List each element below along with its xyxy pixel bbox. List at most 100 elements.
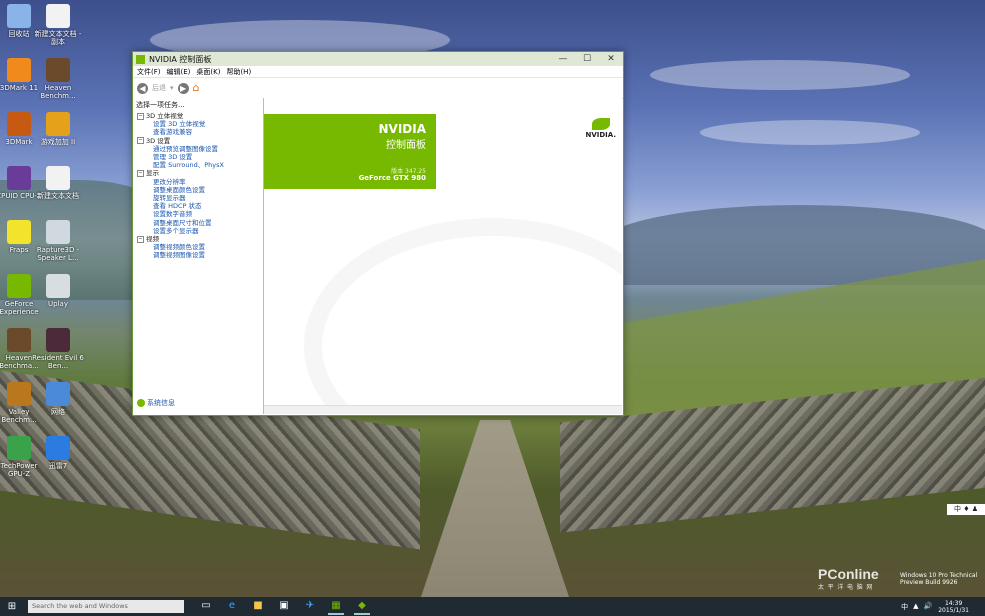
cloud xyxy=(700,120,920,145)
file-explorer-icon[interactable]: ■ xyxy=(250,599,266,613)
desktop-icon-image xyxy=(46,112,70,136)
horizontal-scrollbar[interactable] xyxy=(264,405,622,414)
gpu-app-icon[interactable]: ▦ xyxy=(328,599,344,615)
desktop-icon-image xyxy=(7,274,31,298)
system-info-link[interactable]: 系统信息 xyxy=(137,398,175,408)
forward-arrow-icon[interactable]: ▶ xyxy=(177,82,189,94)
tree-task-link[interactable]: 更改分辨率 xyxy=(137,178,263,186)
back-button-label[interactable]: 后退 xyxy=(152,83,166,93)
desktop-icon[interactable]: 新建文本文档 - 副本 xyxy=(32,4,84,46)
tree-task-link[interactable]: 调整桌面颜色设置 xyxy=(137,186,263,194)
tree-category-label: 显示 xyxy=(146,169,159,178)
desktop-icon-image xyxy=(7,166,31,190)
tree-task-link[interactable]: 旋转显示器 xyxy=(137,194,263,202)
tray-ime[interactable]: 中 xyxy=(901,602,908,612)
toolbar: ◀ 后退 ▾ ▶ ⌂ xyxy=(133,78,623,99)
desktop-icon[interactable]: 新建文本文档 xyxy=(32,166,84,200)
collapse-icon[interactable]: − xyxy=(137,235,144,243)
tree-task-link[interactable]: 通过预览调整图像设置 xyxy=(137,145,263,153)
tree-category-label: 3D 设置 xyxy=(146,136,171,145)
menu-file[interactable]: 文件(F) xyxy=(137,67,161,77)
tray-expand-icon[interactable]: ▲ xyxy=(913,602,918,612)
desktop-icon-image xyxy=(7,328,31,352)
pconline-watermark: PConline 太 平 洋 电 脑 网 xyxy=(818,566,879,591)
desktop-icon-label: Resident Evil 6 Ben... xyxy=(32,354,84,370)
maximize-button[interactable]: ☐ xyxy=(575,54,599,64)
minimize-button[interactable]: — xyxy=(551,54,575,64)
volume-icon[interactable]: 🔊 xyxy=(924,602,933,612)
search-input[interactable]: Search the web and Windows xyxy=(28,600,184,613)
menu-edit[interactable]: 编辑(E) xyxy=(167,67,191,77)
collapse-icon[interactable]: − xyxy=(137,137,144,145)
desktop-icon[interactable]: 迅雷7 xyxy=(32,436,84,470)
collapse-icon[interactable]: − xyxy=(137,112,144,120)
back-arrow-icon[interactable]: ◀ xyxy=(137,82,148,94)
ie-browser-icon[interactable]: e xyxy=(224,599,240,613)
close-button[interactable]: ✕ xyxy=(599,54,623,64)
desktop-icon[interactable]: Rapture3D - Speaker L... xyxy=(32,220,84,262)
tree-category[interactable]: − 显示 xyxy=(137,169,263,177)
menu-bar: 文件(F) 编辑(E) 桌面(K) 帮助(H) xyxy=(133,66,623,78)
nvidia-logo: NVIDIA. xyxy=(585,118,616,139)
nvidia-eye-icon xyxy=(591,118,610,130)
title-bar[interactable]: NVIDIA 控制面板 — ☐ ✕ xyxy=(133,52,623,66)
desktop-icon-image xyxy=(46,328,70,352)
task-view-icon[interactable]: ▭ xyxy=(198,599,214,613)
pconline-sub: 太 平 洋 电 脑 网 xyxy=(818,585,874,591)
desktop-icon-label: 新建文本文档 - 副本 xyxy=(34,30,82,46)
desktop-icon-label: Uplay xyxy=(48,300,68,308)
tree-task-link[interactable]: 调整桌面尺寸和位置 xyxy=(137,219,263,227)
ime-indicator[interactable]: 中 ♦ ♟ xyxy=(947,504,985,515)
nvidia-logo-text: NVIDIA. xyxy=(585,131,616,139)
tree-task-link[interactable]: 查看游戏兼容 xyxy=(137,128,263,136)
tree-category[interactable]: −3D 立体视觉 xyxy=(137,112,263,120)
menu-help[interactable]: 帮助(H) xyxy=(226,67,251,77)
tree-task-link[interactable]: 设置数字音频 xyxy=(137,210,263,218)
pconline-brand: PConline xyxy=(818,566,879,582)
nvidia-control-panel-window[interactable]: NVIDIA 控制面板 — ☐ ✕ 文件(F) 编辑(E) 桌面(K) 帮助(H… xyxy=(132,51,624,416)
desktop-icon[interactable]: 游戏加加 II xyxy=(32,112,84,146)
clock[interactable]: 14:39 2015/1/31 xyxy=(938,600,985,614)
nvidia-taskbar-icon[interactable]: ◆ xyxy=(354,599,370,615)
desktop-icon-image xyxy=(7,382,31,406)
store-icon[interactable]: ▣ xyxy=(276,599,292,613)
desktop-icon[interactable]: Heaven Benchm... xyxy=(32,58,84,100)
desktop-icon-image xyxy=(46,436,70,460)
home-icon[interactable]: ⌂ xyxy=(193,82,205,94)
desktop-icon[interactable]: Resident Evil 6 Ben... xyxy=(32,328,84,370)
collapse-icon[interactable]: − xyxy=(137,170,144,178)
banner-brand: NVIDIA xyxy=(378,122,426,136)
tree-task-link[interactable]: 配置 Surround、PhysX xyxy=(137,161,263,169)
task-tree: −3D 立体视觉 设置 3D 立体视觉 查看游戏兼容 −3D 设置 通过预览调整图像设置… xyxy=(133,112,263,260)
desktop-icon-label: 迅雷7 xyxy=(48,462,68,470)
build-text: Windows 10 Pro Technical Preview Build 9… xyxy=(900,572,978,586)
desktop-icon-image xyxy=(7,4,31,28)
content-pane: NVIDIA 控制面板 版本 347.25 GeForce GTX 980 NV… xyxy=(264,98,622,414)
dirt-path xyxy=(420,420,570,597)
desktop-icon[interactable]: Uplay xyxy=(32,274,84,308)
desktop-icon-image xyxy=(7,58,31,82)
tree-category[interactable]: −3D 设置 xyxy=(137,137,263,145)
desktop-icon-image xyxy=(46,4,70,28)
tree-task-link[interactable]: 设置多个显示器 xyxy=(137,227,263,235)
window-title: NVIDIA 控制面板 xyxy=(149,54,212,64)
windows-start-icon[interactable]: ⊞ xyxy=(0,597,24,616)
desktop-icon-image xyxy=(7,436,31,460)
menu-desktop[interactable]: 桌面(K) xyxy=(196,67,220,77)
xunlei-icon[interactable]: ✈ xyxy=(302,599,318,613)
banner-gpu: GeForce GTX 980 xyxy=(358,174,426,182)
clock-time: 14:39 xyxy=(944,599,963,607)
desktop-icon[interactable]: 网络 xyxy=(32,382,84,416)
desktop-icon-label: Rapture3D - Speaker L... xyxy=(36,246,80,262)
nvidia-banner: NVIDIA 控制面板 版本 347.25 GeForce GTX 980 xyxy=(264,114,436,189)
tree-task-link[interactable]: 调整视频图像设置 xyxy=(137,251,263,259)
system-info-label[interactable]: 系统信息 xyxy=(147,398,175,408)
tree-task-link[interactable]: 管理 3D 设置 xyxy=(137,153,263,161)
desktop-icon-image xyxy=(46,220,70,244)
nvidia-app-icon xyxy=(136,54,145,64)
history-dropdown-icon[interactable]: ▾ xyxy=(170,84,174,92)
desktop-icon-image xyxy=(46,382,70,406)
system-tray: 中 ▲ 🔊 xyxy=(901,602,932,612)
desktop-icon-image xyxy=(7,220,31,244)
desktop-icon-label: 游戏加加 II xyxy=(40,138,76,146)
